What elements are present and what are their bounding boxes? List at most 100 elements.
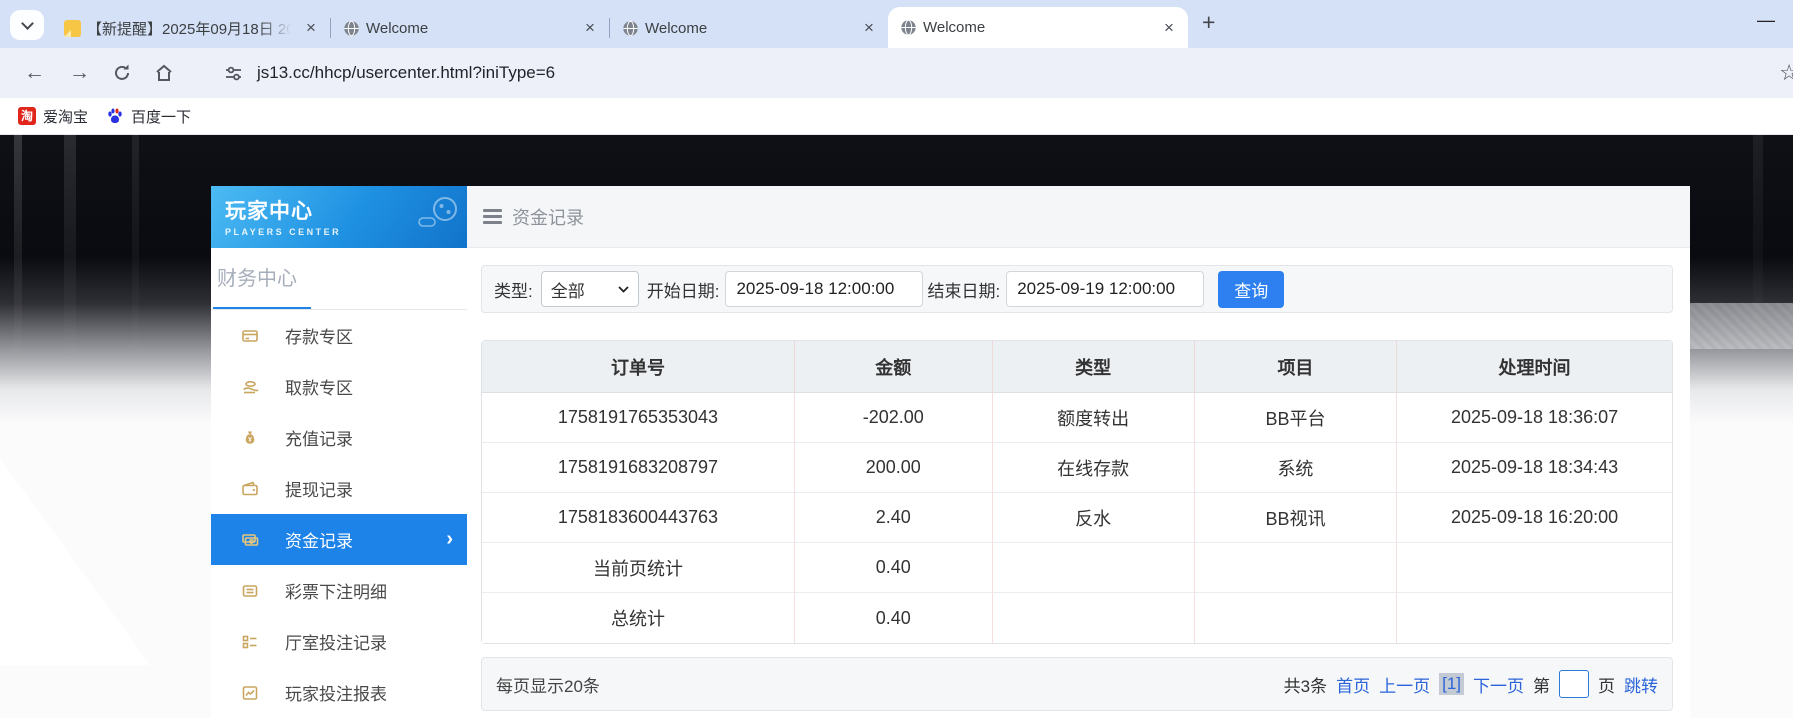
- end-date-input[interactable]: [1006, 271, 1205, 307]
- browser-tab-4-active[interactable]: Welcome ×: [888, 7, 1188, 48]
- table-row: 1758183600443763 2.40 反水 BB视讯 2025-09-18…: [482, 493, 1672, 543]
- query-button[interactable]: 查询: [1218, 270, 1285, 308]
- tab-title: Welcome: [366, 19, 429, 37]
- forward-button[interactable]: →: [69, 61, 90, 85]
- first-page-link[interactable]: 首页: [1336, 672, 1370, 697]
- cell-amount: 0.40: [794, 593, 993, 643]
- cell-amount: 0.40: [794, 543, 993, 593]
- pagination-bar: 每页显示20条 共3条 首页 上一页 [1] 下一页 第 页 跳转: [481, 657, 1673, 711]
- browser-tab-strip: 【新提醒】2025年09月18日 20 × Welcome × Welcome …: [0, 0, 1793, 48]
- cell-type: 额度转出: [992, 393, 1195, 443]
- withdraw-hand-icon: [243, 380, 259, 393]
- cell-summary-label: 当前页统计: [482, 543, 795, 593]
- tab-title: 【新提醒】2025年09月18日 20: [87, 20, 295, 38]
- content-area: 资金记录 类型: 全部 开始日期: 结束日期: 查询 订单号: [467, 186, 1690, 718]
- tab-title: Welcome: [645, 19, 708, 37]
- next-page-link[interactable]: 下一页: [1473, 672, 1524, 697]
- globe-favicon: [623, 20, 638, 36]
- prev-page-link[interactable]: 上一页: [1379, 672, 1430, 697]
- chevron-right-icon: ›: [446, 528, 453, 550]
- content-header: 资金记录: [467, 186, 1690, 248]
- sidebar-item-label: 彩票下注明细: [285, 583, 387, 602]
- cell-empty: [992, 543, 1195, 593]
- column-header: 类型: [992, 341, 1195, 393]
- cell-project: 系统: [1194, 443, 1398, 493]
- close-icon[interactable]: ×: [860, 18, 878, 38]
- cell-order-id: 1758183600443763: [482, 493, 795, 543]
- cell-project: BB平台: [1194, 393, 1398, 443]
- reload-button[interactable]: [112, 63, 132, 83]
- sidebar-item-deposit-zone[interactable]: 存款专区: [211, 310, 467, 361]
- sidebar-item-player-bet-report[interactable]: 玩家投注报表: [211, 667, 467, 718]
- browser-toolbar: ← → js13.cc/hhcp/usercenter.html?iniType…: [0, 48, 1793, 98]
- sidebar-section-finance: 财务中心: [211, 248, 467, 310]
- sidebar-item-fund-records[interactable]: 资金记录 ›: [211, 514, 467, 565]
- player-center-panel: 玩家中心 PLAYERS CENTER 财务中心 存款专区 取款专区 充值记录 …: [211, 186, 1690, 718]
- browser-tab-3[interactable]: Welcome ×: [610, 8, 888, 48]
- close-icon[interactable]: ×: [581, 18, 599, 38]
- hamburger-icon[interactable]: [483, 206, 502, 227]
- cell-empty: [992, 593, 1195, 643]
- cell-empty: [1397, 593, 1672, 643]
- home-button[interactable]: [154, 63, 174, 83]
- filter-bar: 类型: 全部 开始日期: 结束日期: 查询: [481, 265, 1673, 313]
- url-text[interactable]: js13.cc/hhcp/usercenter.html?iniType=6: [257, 63, 555, 83]
- jump-suffix-label: 页: [1598, 676, 1615, 696]
- start-date-label: 开始日期:: [646, 281, 720, 301]
- browser-tab-1[interactable]: 【新提醒】2025年09月18日 20 ×: [52, 8, 330, 48]
- sidebar-header: 玩家中心 PLAYERS CENTER: [211, 186, 467, 248]
- cell-empty: [1194, 543, 1398, 593]
- cell-order-id: 1758191683208797: [482, 443, 795, 493]
- jump-prefix-label: 第: [1533, 676, 1550, 696]
- jump-link[interactable]: 跳转: [1624, 672, 1658, 697]
- sidebar-item-recharge-records[interactable]: 充值记录: [211, 412, 467, 463]
- grid-list-icon: [242, 635, 257, 648]
- type-label: 类型:: [494, 281, 533, 301]
- bookmark-label: 爱淘宝: [43, 108, 89, 126]
- bookmark-baidu[interactable]: 百度一下: [106, 106, 191, 127]
- sidebar-item-label: 厅室投注记录: [285, 634, 387, 653]
- tab-search-button[interactable]: [10, 10, 44, 40]
- sidebar: 玩家中心 PLAYERS CENTER 财务中心 存款专区 取款专区 充值记录 …: [211, 186, 467, 718]
- browser-tab-2[interactable]: Welcome ×: [331, 8, 609, 48]
- close-icon[interactable]: ×: [302, 18, 320, 38]
- bookmarks-bar: 淘 爱淘宝 百度一下: [0, 98, 1793, 135]
- bookmark-star-icon[interactable]: ☆: [1779, 60, 1793, 86]
- site-settings-icon[interactable]: [224, 64, 243, 83]
- cell-summary-label: 总统计: [482, 593, 795, 643]
- cell-empty: [1194, 593, 1398, 643]
- back-button[interactable]: ←: [24, 61, 45, 85]
- column-header: 项目: [1194, 341, 1398, 393]
- sidebar-item-withdrawal-records[interactable]: 提现记录: [211, 463, 467, 514]
- close-icon[interactable]: ×: [1160, 18, 1178, 38]
- page-title: 资金记录: [512, 207, 584, 228]
- cell-amount: 2.40: [794, 493, 993, 543]
- background-pattern: [1690, 303, 1793, 349]
- new-tab-button[interactable]: +: [1202, 9, 1215, 36]
- sidebar-item-withdraw-zone[interactable]: 取款专区: [211, 361, 467, 412]
- tab-title: Welcome: [923, 19, 986, 36]
- window-minimize-button[interactable]: —: [1757, 10, 1775, 31]
- sidebar-section-title: 财务中心: [217, 268, 297, 290]
- chevron-down-icon: [618, 285, 629, 293]
- type-select-value: 全部: [550, 281, 585, 301]
- gamepad-icon: [418, 197, 457, 227]
- table-row: 1758191765353043 -202.00 额度转出 BB平台 2025-…: [482, 393, 1672, 443]
- report-chart-icon: [242, 685, 258, 700]
- globe-favicon: [344, 20, 359, 36]
- globe-favicon: [901, 19, 916, 36]
- start-date-input[interactable]: [725, 271, 924, 307]
- sidebar-item-lottery-bet-details[interactable]: 彩票下注明细: [211, 565, 467, 616]
- cell-time: 2025-09-18 18:36:07: [1397, 393, 1672, 443]
- sidebar-item-room-bet-records[interactable]: 厅室投注记录: [211, 616, 467, 667]
- sidebar-item-label: 资金记录: [285, 532, 353, 551]
- page-jump-input[interactable]: [1559, 670, 1589, 698]
- cell-time: 2025-09-18 16:20:00: [1397, 493, 1672, 543]
- fund-records-table: 订单号 金额 类型 项目 处理时间 1758191765353043 -202.…: [481, 340, 1673, 644]
- type-select[interactable]: 全部: [540, 271, 639, 307]
- column-header: 订单号: [482, 341, 795, 393]
- cell-empty: [1397, 543, 1672, 593]
- address-bar[interactable]: js13.cc/hhcp/usercenter.html?iniType=6: [198, 63, 555, 83]
- bookmark-taobao[interactable]: 淘 爱淘宝: [18, 106, 88, 127]
- cash-icon: [242, 533, 259, 546]
